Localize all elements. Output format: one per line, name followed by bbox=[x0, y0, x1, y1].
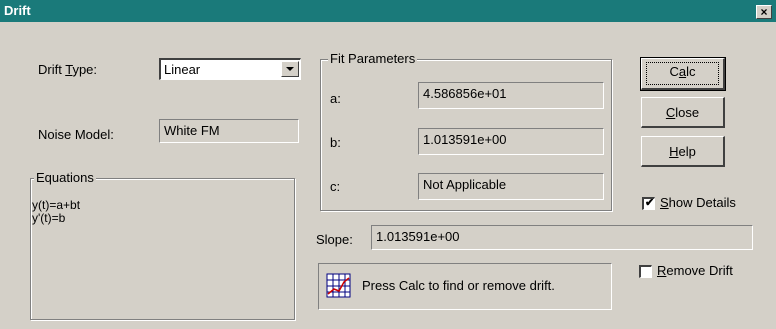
equations-legend: Equations bbox=[34, 170, 96, 185]
check-icon: ✔ bbox=[645, 197, 655, 209]
remove-drift-checkbox[interactable] bbox=[639, 265, 652, 278]
param-a-label: a: bbox=[330, 91, 341, 106]
param-b-label: b: bbox=[330, 135, 341, 150]
drift-type-selected: Linear bbox=[164, 62, 201, 77]
close-button[interactable]: Close bbox=[641, 97, 725, 128]
slope-label: Slope: bbox=[316, 232, 353, 247]
equation-y-prime: y'(t)=b bbox=[32, 211, 66, 225]
param-a-value: 4.586856e+01 bbox=[418, 82, 604, 109]
help-button[interactable]: Help bbox=[641, 136, 725, 167]
noise-model-label: Noise Model: bbox=[38, 127, 114, 142]
chart-grid-icon bbox=[326, 273, 351, 298]
fit-parameters-legend: Fit Parameters bbox=[328, 51, 418, 66]
param-c-value: Not Applicable bbox=[418, 173, 604, 200]
param-c-label: c: bbox=[330, 179, 341, 194]
noise-model-value: White FM bbox=[159, 119, 299, 143]
drift-type-label: Drift Type: bbox=[38, 62, 98, 77]
status-panel: Press Calc to find or remove drift. bbox=[318, 263, 612, 310]
calc-button[interactable]: Calc bbox=[640, 57, 726, 91]
show-details-checkbox[interactable]: ✔ bbox=[642, 197, 655, 210]
chevron-down-icon[interactable] bbox=[281, 61, 299, 77]
window-title: Drift bbox=[4, 3, 31, 18]
slope-value: 1.013591e+00 bbox=[371, 225, 753, 250]
close-window-button[interactable]: × bbox=[756, 5, 772, 19]
title-bar[interactable]: Drift × bbox=[0, 0, 776, 22]
param-b-value: 1.013591e+00 bbox=[418, 128, 604, 155]
status-message: Press Calc to find or remove drift. bbox=[362, 278, 555, 293]
equation-y: y(t)=a+bt bbox=[32, 198, 81, 212]
drift-type-dropdown[interactable]: Linear bbox=[159, 58, 301, 80]
show-details-label[interactable]: Show Details bbox=[660, 195, 736, 210]
remove-drift-label[interactable]: Remove Drift bbox=[657, 263, 733, 278]
close-icon: × bbox=[760, 5, 768, 19]
